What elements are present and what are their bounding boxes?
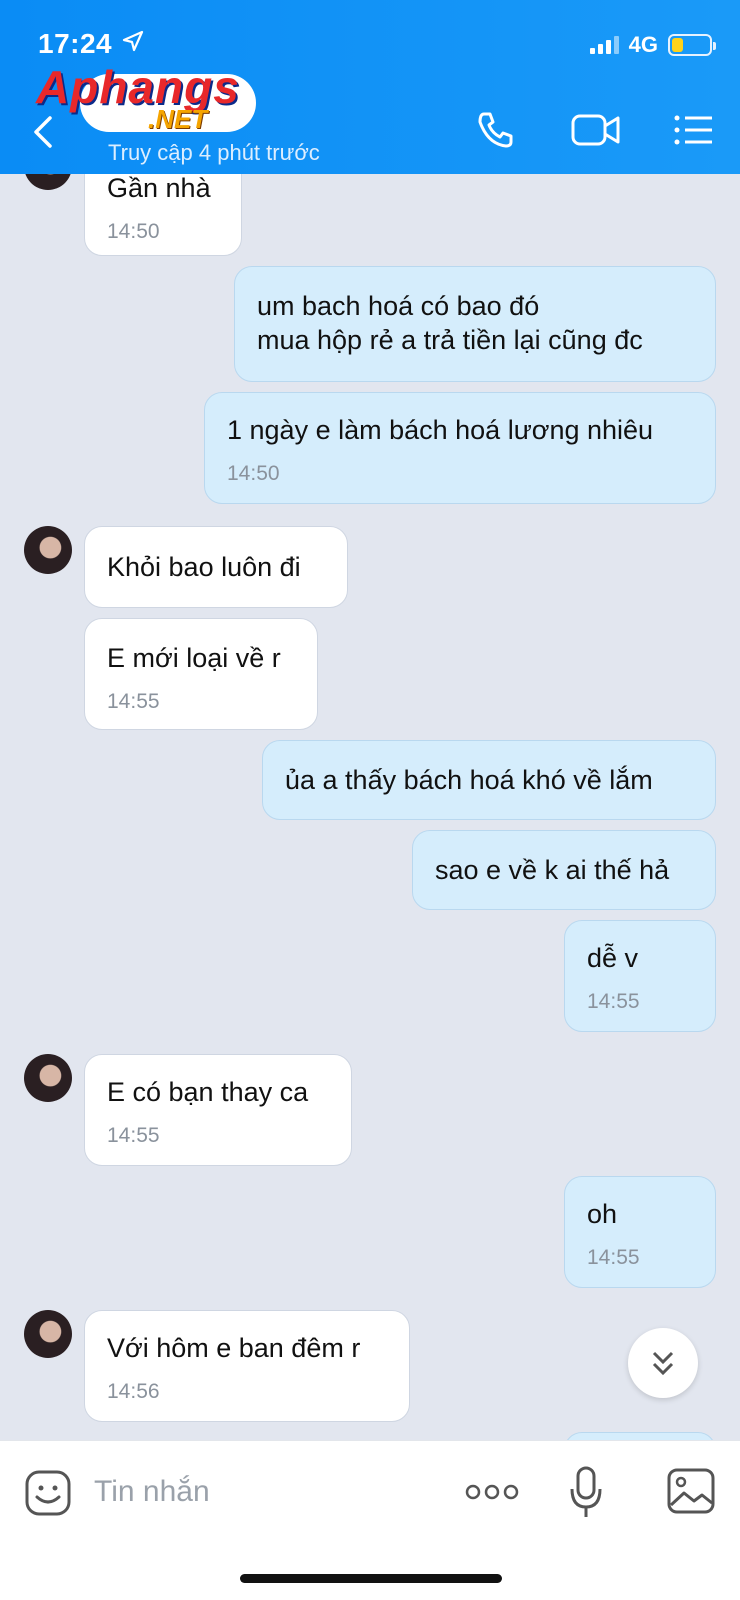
message-bubble[interactable]: oh 14:55 <box>564 1176 716 1288</box>
message-text: Gần nhà <box>107 173 211 203</box>
message-time: 14:50 <box>107 220 160 243</box>
message-bubble[interactable]: sao e về k ai thế hả <box>412 830 716 910</box>
message-bubble[interactable]: ủa a thấy bách hoá khó về lắm <box>262 740 716 820</box>
scroll-down-button[interactable] <box>628 1328 698 1398</box>
message-input[interactable]: Tin nhắn <box>94 1475 210 1509</box>
message-time: 14:50 <box>227 462 280 485</box>
message-time: 14:56 <box>107 1380 160 1403</box>
message-time: 14:55 <box>107 1124 160 1147</box>
avatar[interactable] <box>24 526 72 574</box>
avatar[interactable] <box>24 1310 72 1358</box>
message-time: 14:55 <box>587 1246 640 1269</box>
message-text: oh <box>587 1199 618 1229</box>
home-indicator <box>240 1574 502 1583</box>
message-text: 1 ngày e làm bách hoá lương nhiêu <box>227 415 654 445</box>
message-text: E có bạn thay ca <box>107 1077 309 1107</box>
chat-header: 17:24 4G Aphangs .NET Truy cập 4 phút tr… <box>0 0 740 174</box>
message-bubble[interactable]: dễ v 14:55 <box>564 920 716 1032</box>
phone-icon[interactable] <box>474 110 518 150</box>
message-text: sao e về k ai thế hả <box>435 855 670 885</box>
message-time: 14:55 <box>107 690 160 713</box>
avatar[interactable] <box>24 1054 72 1102</box>
double-chevron-down-icon <box>652 1351 674 1376</box>
message-bubble[interactable]: E mới loại về r 14:55 <box>84 618 318 730</box>
message-text: Khỏi bao luôn đi <box>107 552 301 582</box>
battery-icon <box>668 34 716 56</box>
message-bubble[interactable]: 1 ngày e làm bách hoá lương nhiêu 14:50 <box>204 392 716 504</box>
image-icon[interactable] <box>666 1467 716 1515</box>
more-icon[interactable] <box>464 1481 520 1503</box>
watermark-logo: Aphangs .NET <box>36 60 256 136</box>
message-text: dễ v <box>587 943 639 973</box>
message-text: ủa a thấy bách hoá khó về lắm <box>285 765 653 795</box>
message-bubble[interactable]: Với hôm e ban đêm r 14:56 <box>84 1310 410 1422</box>
status-indicators: 4G <box>589 32 716 58</box>
video-icon[interactable] <box>570 110 622 150</box>
message-text: E mới loại về r <box>107 643 281 673</box>
message-bubble[interactable]: Khỏi bao luôn đi <box>84 526 348 608</box>
last-seen-status: Truy cập 4 phút trước <box>108 140 320 165</box>
message-text: um bach hoá có bao đó mua hộp rẻ a trả t… <box>257 291 643 355</box>
network-label: 4G <box>628 32 658 57</box>
list-icon[interactable] <box>672 110 716 150</box>
message-text: Với hôm e ban đêm r <box>107 1333 361 1363</box>
message-bubble[interactable]: E có bạn thay ca 14:55 <box>84 1054 352 1166</box>
location-arrow-icon <box>122 30 144 52</box>
sticker-icon[interactable] <box>24 1469 72 1517</box>
signal-icon <box>589 36 619 54</box>
status-time: 17:24 <box>38 28 113 59</box>
mic-icon[interactable] <box>568 1465 604 1521</box>
message-bubble[interactable]: um bach hoá có bao đó mua hộp rẻ a trả t… <box>234 266 716 382</box>
message-time: 14:55 <box>587 990 640 1013</box>
